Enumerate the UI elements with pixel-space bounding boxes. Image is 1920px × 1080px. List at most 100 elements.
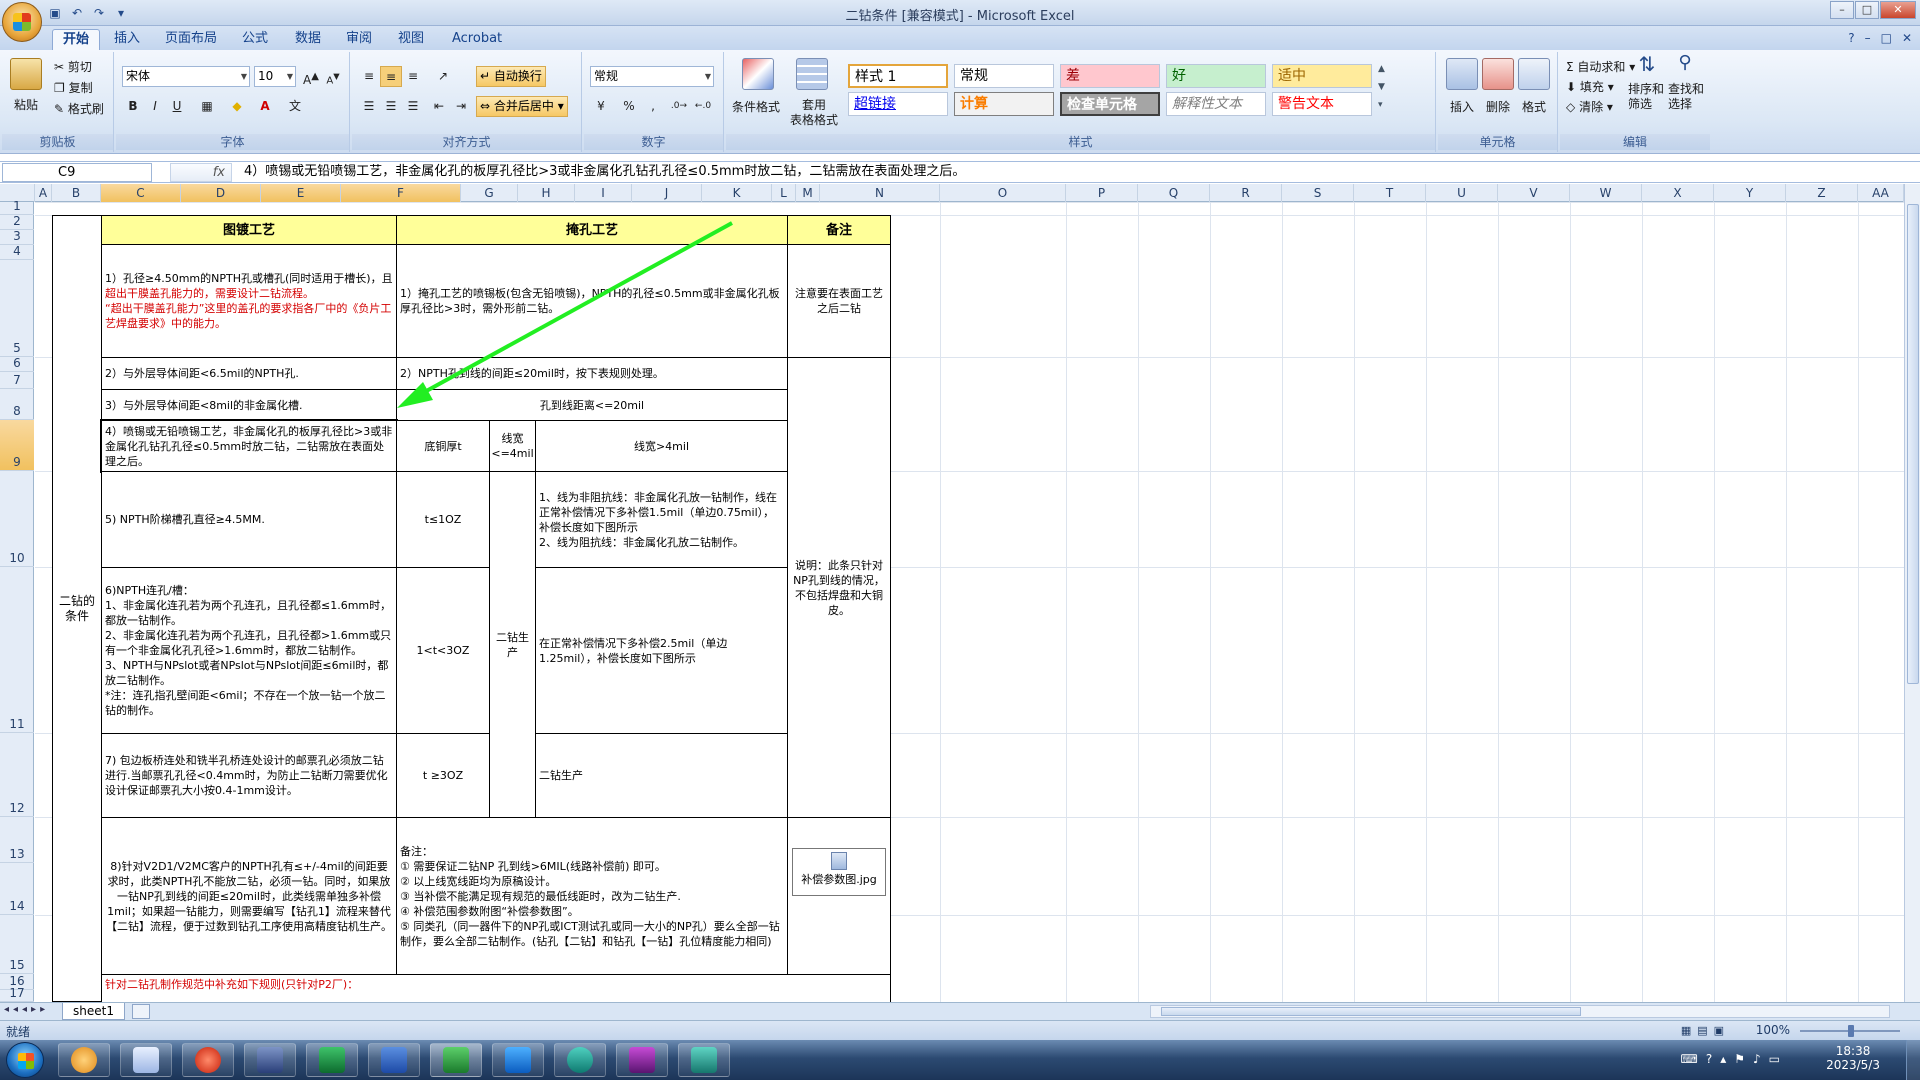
col-header[interactable]: B — [52, 184, 101, 202]
taskbar-app[interactable] — [616, 1043, 668, 1077]
row-header[interactable]: 17 — [0, 986, 34, 1002]
row-header[interactable]: 5 — [0, 260, 34, 357]
horizontal-scroll-thumb[interactable] — [1161, 1007, 1581, 1016]
delete-cells-icon[interactable] — [1482, 58, 1514, 90]
styles-scroll-up-icon[interactable]: ▲ — [1378, 64, 1385, 74]
align-bottom-icon[interactable]: ≡ — [402, 66, 424, 87]
align-center-icon[interactable]: ☰ — [380, 96, 402, 117]
col-header[interactable]: C — [101, 184, 181, 202]
taskbar-app[interactable] — [678, 1043, 730, 1077]
comma-button[interactable]: , — [642, 96, 664, 117]
keyboard-icon[interactable]: ⌨ — [1680, 1052, 1697, 1066]
increase-decimal-icon[interactable]: .0→ — [668, 96, 690, 117]
copper-1oz[interactable]: t≤1OZ — [396, 471, 490, 568]
tab-page-layout[interactable]: 页面布局 — [155, 29, 227, 50]
name-box[interactable]: C9 — [2, 163, 152, 182]
vertical-scrollbar[interactable] — [1904, 184, 1920, 1002]
rule-8-plating[interactable]: 8)针对V2D1/V2MC客户的NPTH孔有≤+/-4mil的间距要求时，此类N… — [101, 817, 397, 975]
row-header[interactable]: 10 — [0, 471, 34, 567]
col-header[interactable]: E — [261, 184, 341, 202]
clear-button[interactable]: ◇ 清除 ▾ — [1566, 98, 1613, 115]
fill-button[interactable]: ⬇ 填充 ▾ — [1566, 78, 1614, 95]
close-button[interactable]: ✕ — [1880, 1, 1916, 19]
binoculars-icon[interactable]: ⚲ — [1672, 52, 1698, 84]
row-header[interactable]: 8 — [0, 389, 34, 420]
col-header[interactable]: AA — [1858, 184, 1904, 202]
second-drill-production[interactable]: 二钻生产 — [489, 471, 536, 818]
horizontal-scrollbar[interactable] — [1150, 1005, 1890, 1018]
ribbon-restore-icon[interactable]: □ — [1881, 31, 1892, 45]
col-header[interactable]: L — [772, 184, 796, 202]
grow-font-icon[interactable]: A▲ — [300, 66, 322, 87]
note-np-to-line[interactable]: 说明：此条只针对NP孔到线的情况，不包括焊盘和大铜皮。 — [787, 357, 891, 818]
rule-6-plating[interactable]: 6)NPTH连孔/槽： 1、非金属化连孔若为两个孔连孔，且孔径都≤1.6mm时，… — [101, 567, 397, 734]
conditional-format-icon[interactable] — [742, 58, 774, 90]
rule-7-production[interactable]: 二钻生产 — [535, 733, 788, 818]
formula-input[interactable]: 4）喷锡或无铅喷锡工艺，非金属化孔的板厚孔径比>3或非金属化孔钻孔孔径≤0.5m… — [236, 163, 1904, 182]
col-header[interactable]: S — [1282, 184, 1354, 202]
taskbar-app[interactable] — [120, 1043, 172, 1077]
help-icon[interactable]: ? — [1848, 31, 1854, 45]
style-normal[interactable]: 常规 — [954, 64, 1054, 88]
style-hyperlink[interactable]: 超链接 — [848, 92, 948, 116]
style-calculation[interactable]: 计算 — [954, 92, 1054, 116]
worksheet-grid[interactable]: 二钻的条件 图镀工艺 掩孔工艺 备注 1）孔径≥4.50mm的NPTH孔或槽孔(… — [35, 202, 1905, 1002]
show-desktop-button[interactable] — [1906, 1040, 1920, 1080]
font-color-icon[interactable]: A — [254, 96, 276, 117]
taskbar-app-excel[interactable] — [430, 1043, 482, 1077]
align-top-icon[interactable]: ≡ — [358, 66, 380, 87]
table-format-button[interactable]: 套用 表格格式 — [790, 98, 838, 128]
attachment-object[interactable]: 补偿参数图.jpg — [792, 848, 886, 896]
merge-center-button[interactable]: ⇔ 合并后居中 ▾ — [476, 96, 568, 117]
row-header[interactable]: 7 — [0, 372, 34, 389]
align-right-icon[interactable]: ☰ — [402, 96, 424, 117]
col-header[interactable]: X — [1642, 184, 1714, 202]
percent-button[interactable]: % — [618, 96, 640, 117]
decrease-indent-icon[interactable]: ⇤ — [428, 96, 450, 117]
rule-7-plating[interactable]: 7) 包边板桥连处和铣半孔桥连处设计的邮票孔必须放二钻进行.当邮票孔孔径<0.4… — [101, 733, 397, 818]
col-header[interactable]: A — [35, 184, 52, 202]
copper-3oz[interactable]: t ≥3OZ — [396, 733, 490, 818]
side-label-cell[interactable]: 二钻的条件 — [52, 215, 102, 1002]
shrink-font-icon[interactable]: A▼ — [322, 66, 344, 87]
number-format-select[interactable]: 常规 ▼ — [590, 66, 714, 87]
increase-indent-icon[interactable]: ⇥ — [450, 96, 472, 117]
network-icon[interactable]: ▭ — [1769, 1052, 1780, 1066]
decrease-decimal-icon[interactable]: ←.0 — [692, 96, 714, 117]
col-header[interactable]: F — [341, 184, 461, 202]
tab-view[interactable]: 视图 — [388, 29, 434, 50]
borders-icon[interactable]: ▦ — [196, 96, 218, 117]
row-header[interactable]: 14 — [0, 863, 34, 915]
tab-review[interactable]: 审阅 — [336, 29, 382, 50]
col-header[interactable]: Q — [1138, 184, 1210, 202]
col-header[interactable]: P — [1066, 184, 1138, 202]
row-header[interactable]: 13 — [0, 817, 34, 863]
paste-icon[interactable] — [10, 58, 42, 90]
vertical-scroll-thumb[interactable] — [1907, 204, 1919, 684]
row-header[interactable]: 12 — [0, 733, 34, 817]
zoom-knob[interactable] — [1848, 1025, 1854, 1037]
italic-button[interactable]: I — [144, 96, 166, 117]
taskbar-app[interactable] — [182, 1043, 234, 1077]
paste-button[interactable]: 粘贴 — [14, 96, 38, 113]
taskbar-app[interactable] — [244, 1043, 296, 1077]
start-button[interactable] — [6, 1042, 44, 1078]
insert-cells-button[interactable]: 插入 — [1450, 98, 1474, 115]
col-header[interactable]: K — [702, 184, 772, 202]
style-good[interactable]: 好 — [1166, 64, 1266, 88]
format-painter-button[interactable]: ✎ 格式刷 — [54, 100, 104, 117]
ribbon-close-icon[interactable]: ✕ — [1902, 31, 1912, 45]
col-header[interactable]: H — [518, 184, 575, 202]
style-1[interactable]: 样式 1 — [848, 64, 948, 88]
header-note[interactable]: 备注 — [787, 215, 891, 245]
sheet-nav-arrows-icon[interactable]: ◂◂◂▸▸ — [4, 1004, 49, 1015]
zoom-level[interactable]: 100% — [1756, 1023, 1790, 1037]
row-header[interactable]: 4 — [0, 244, 34, 260]
row-header[interactable]: 15 — [0, 915, 34, 974]
wrap-text-button[interactable]: ↵ 自动换行 — [476, 66, 546, 87]
style-explanatory[interactable]: 解释性文本 — [1166, 92, 1266, 116]
minimize-button[interactable]: – — [1830, 1, 1854, 19]
autosum-button[interactable]: Σ 自动求和 ▾ — [1566, 58, 1635, 75]
style-warning[interactable]: 警告文本 — [1272, 92, 1372, 116]
col-header[interactable]: R — [1210, 184, 1282, 202]
